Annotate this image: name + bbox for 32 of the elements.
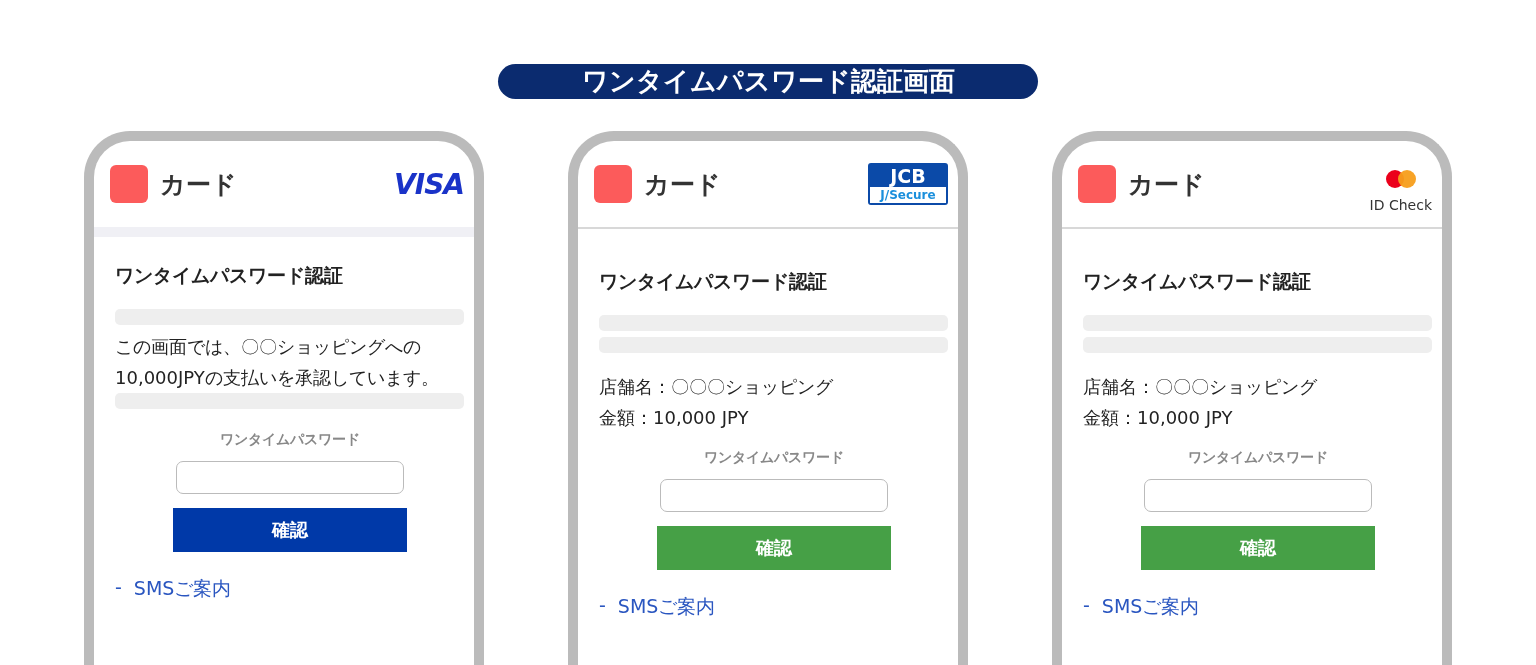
dash: -: [599, 594, 606, 618]
field-label: ワンタイムパスワード: [1187, 449, 1328, 467]
card-icon: [110, 165, 148, 203]
screen-title: ワンタイムパスワード認証: [599, 269, 828, 294]
password-field[interactable]: [175, 461, 404, 494]
confirm-button[interactable]: 確認: [172, 508, 407, 552]
sms-link[interactable]: SMSご案内: [133, 576, 232, 602]
page-title: ワンタイムパスワード認証画面: [498, 64, 1038, 99]
message-text: この画面では、〇〇ショッピングへの10,000JPYの支払いを承認しています。: [115, 335, 440, 390]
brand-name: カード: [644, 168, 721, 201]
screen-title: ワンタイムパスワード認証: [115, 263, 344, 288]
password-field[interactable]: [659, 479, 888, 512]
message-text: 店舗名：〇〇〇ショッピング: [599, 375, 834, 399]
message-text: 金額：10,000 JPY: [599, 406, 750, 430]
brand-name: カード: [1128, 168, 1205, 201]
screen-title: ワンタイムパスワード認証: [1083, 269, 1312, 294]
jcb-logo: JCB J/Secure: [868, 163, 948, 205]
sms-link[interactable]: SMSご案内: [1101, 594, 1200, 620]
dash: -: [1083, 594, 1090, 618]
logo-caption: ID Check: [1369, 197, 1432, 213]
message-text: 店舗名：〇〇〇ショッピング: [1083, 375, 1318, 399]
field-label: ワンタイムパスワード: [219, 431, 360, 449]
dash: -: [115, 576, 122, 600]
message-text: 金額：10,000 JPY: [1083, 406, 1234, 430]
brand-name: カード: [160, 168, 237, 201]
visa-logo: VISA: [394, 167, 464, 201]
card-icon: [1078, 165, 1116, 203]
overlapping-circles-icon: [1384, 169, 1417, 189]
field-label: ワンタイムパスワード: [703, 449, 844, 467]
card-icon: [594, 165, 632, 203]
sms-link[interactable]: SMSご案内: [617, 594, 716, 620]
password-field[interactable]: [1143, 479, 1372, 512]
